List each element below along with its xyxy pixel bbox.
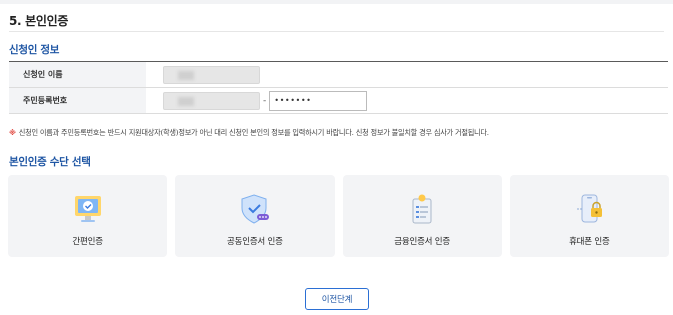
auth-method-label: 공동인증서 인증 <box>226 237 283 247</box>
previous-step-button[interactable]: 이전단계 <box>305 288 369 310</box>
clipboard-certificate-icon <box>405 192 439 226</box>
auth-method-simple[interactable]: 간편인증 <box>8 175 168 257</box>
rrn-label: 주민등록번호 <box>9 88 146 113</box>
phone-lock-icon <box>572 192 606 226</box>
name-label: 신청인 이름 <box>9 62 146 87</box>
auth-section-title: 본인인증 수단 선택 <box>9 156 91 168</box>
auth-method-label: 금융인증서 인증 <box>394 237 451 247</box>
notice-mark: ※ <box>9 128 16 137</box>
auth-method-joint-certificate[interactable]: 공동인증서 인증 <box>175 175 335 257</box>
auth-method-financial-certificate[interactable]: 금융인증서 인증 <box>342 175 502 257</box>
name-field-masked <box>163 65 260 84</box>
rrn-front-field-masked <box>163 91 260 110</box>
page-title: 5. 본인인증 <box>9 14 69 28</box>
auth-method-label: 휴대폰 인증 <box>569 237 610 247</box>
name-row: 신청인 이름 <box>9 62 668 88</box>
title-divider <box>9 31 664 32</box>
name-value-cell <box>146 62 668 87</box>
rrn-row: 주민등록번호 - ••••••• <box>9 88 668 114</box>
auth-method-label: 간편인증 <box>72 237 103 247</box>
rrn-value-cell: - ••••••• <box>146 88 668 113</box>
rrn-back-field[interactable]: ••••••• <box>269 90 368 111</box>
notice-message: 신청인 이름과 주민등록번호는 반드시 지원대상자(학생)정보가 아닌 대리 신… <box>18 128 489 137</box>
applicant-section-title: 신청인 정보 <box>9 44 60 56</box>
auth-method-phone[interactable]: 휴대폰 인증 <box>509 175 669 257</box>
notice-text: ※ 신청인 이름과 주민등록번호는 반드시 지원대상자(학생)정보가 아닌 대리 … <box>9 128 489 138</box>
monitor-check-icon <box>71 192 105 226</box>
auth-method-list: 간편인증 공동인증서 인증 금융인증서 인증 휴대폰 인증 <box>8 175 669 257</box>
applicant-info-table: 신청인 이름 주민등록번호 - ••••••• <box>9 61 668 114</box>
rrn-separator: - <box>263 95 267 106</box>
top-divider <box>0 0 673 4</box>
shield-certificate-icon <box>238 192 272 226</box>
